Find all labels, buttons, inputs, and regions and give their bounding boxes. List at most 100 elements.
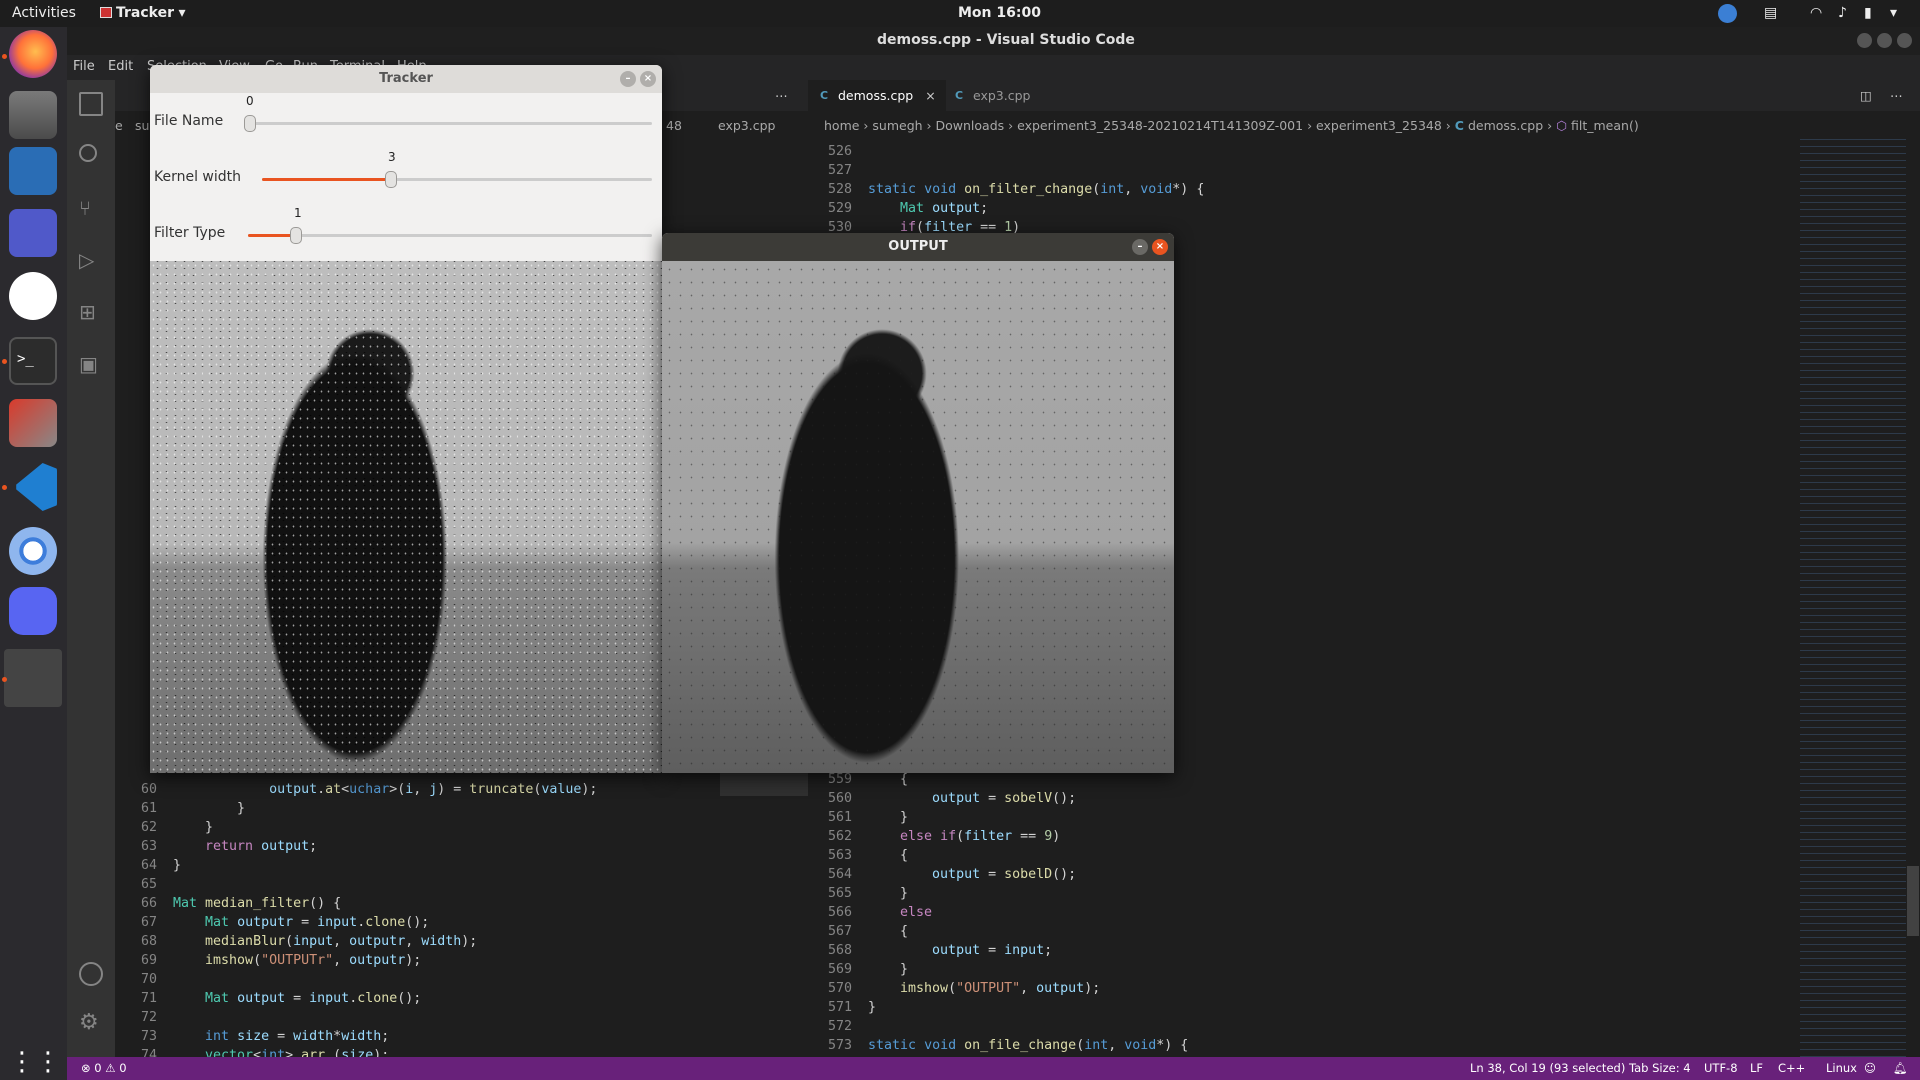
output-minimize-icon[interactable]: – (1132, 239, 1148, 255)
code-line[interactable]: 61 } (115, 799, 720, 818)
code-line[interactable]: 571} (810, 998, 1800, 1017)
code-line[interactable]: 564 output = sobelD(); (810, 865, 1800, 884)
noisy-input-image[interactable] (150, 261, 662, 773)
scrollbar-thumb[interactable] (1907, 866, 1919, 936)
output-close-icon[interactable]: × (1152, 239, 1168, 255)
discord-icon[interactable] (9, 587, 57, 635)
encoding[interactable]: UTF-8 (1704, 1061, 1738, 1075)
language-mode[interactable]: C++ (1778, 1061, 1805, 1075)
end-of-line[interactable]: LF (1750, 1061, 1763, 1075)
right-scrollbar[interactable] (1906, 136, 1920, 1057)
output-title-bar[interactable]: OUTPUT – × (662, 233, 1174, 261)
code-line[interactable]: 64} (115, 856, 720, 875)
breadcrumb-item[interactable]: exp3.cpp (718, 118, 775, 133)
notification-badge-icon[interactable] (1718, 4, 1737, 23)
left-code-editor[interactable]: 60 output.at<uchar>(i, j) = truncate(val… (115, 780, 720, 1057)
code-line[interactable]: 60 output.at<uchar>(i, j) = truncate(val… (115, 780, 720, 799)
breadcrumb-item[interactable]: sumegh (872, 118, 922, 133)
code-line[interactable]: 68 medianBlur(input, outputr, width); (115, 932, 720, 951)
breadcrumb-item[interactable]: experiment3_25348-20210214T141309Z-001 (1017, 118, 1303, 133)
code-line[interactable]: 66 Mat median_filter() { (115, 894, 720, 913)
code-line[interactable]: 65 (115, 875, 720, 894)
show-applications-icon[interactable]: ⋮⋮ (9, 1047, 61, 1080)
slack-icon[interactable] (9, 272, 57, 320)
code-line[interactable]: 569 } (810, 960, 1800, 979)
code-line[interactable]: 69 imshow("OUTPUTr", outputr); (115, 951, 720, 970)
breadcrumb-item[interactable]: Downloads (936, 118, 1005, 133)
chromium-icon[interactable] (9, 527, 57, 575)
tracker-title-bar[interactable]: Tracker – × (150, 65, 662, 93)
menu-indicator-icon[interactable]: ▤ (1764, 5, 1777, 21)
app-menu[interactable]: Tracker ▾ (100, 5, 185, 21)
volume-icon[interactable]: ♪ (1838, 5, 1847, 21)
source-control-icon[interactable]: ⑂ (79, 196, 103, 220)
teams-icon[interactable] (9, 209, 57, 257)
code-line[interactable]: 568 output = input; (810, 941, 1800, 960)
writer-icon[interactable] (9, 147, 57, 195)
run-debug-icon[interactable]: ▷ (79, 248, 103, 272)
right-minimap[interactable] (1800, 136, 1906, 1057)
code-line[interactable]: 527 (810, 161, 1310, 180)
menu-edit[interactable]: Edit (108, 59, 133, 74)
right-code-editor-top[interactable]: 526 527 528 static void on_filter_change(in… (810, 142, 1310, 237)
code-line[interactable]: 70 (115, 970, 720, 989)
breadcrumb-item[interactable]: 48 (666, 118, 682, 133)
tab-size[interactable]: Tab Size: 4 (1629, 1061, 1691, 1075)
system-menu-chevron-icon[interactable]: ▾ (1890, 5, 1897, 21)
tracker-app-icon[interactable] (4, 649, 62, 707)
wifi-icon[interactable]: ◠ (1810, 5, 1822, 21)
settings-tools-icon[interactable] (9, 399, 57, 447)
code-line[interactable]: 560 output = sobelV(); (810, 789, 1800, 808)
battery-icon[interactable]: ▮ (1864, 5, 1872, 21)
tab-close-icon[interactable]: × (925, 88, 935, 103)
tab-exp3-cpp[interactable]: Cexp3.cpp (945, 80, 1040, 111)
search-icon[interactable] (79, 144, 97, 162)
code-line[interactable]: 62 } (115, 818, 720, 837)
breadcrumb-item[interactable]: home (824, 118, 859, 133)
code-line[interactable]: 562 else if(filter == 9) (810, 827, 1800, 846)
remote-explorer-icon[interactable]: ▣ (79, 352, 103, 376)
maximize-icon[interactable] (1877, 33, 1892, 48)
right-code-editor-bottom[interactable]: 559 {560 output = sobelV(); 561 } 562 else… (810, 770, 1800, 1057)
code-line[interactable]: 529 Mat output; (810, 199, 1310, 218)
minimize-icon[interactable] (1857, 33, 1872, 48)
tracker-close-icon[interactable]: × (640, 71, 656, 87)
code-line[interactable]: 572 (810, 1017, 1800, 1036)
code-line[interactable]: 73 int size = width*width; (115, 1027, 720, 1046)
code-line[interactable]: 573 static void on_file_change(int, void*… (810, 1036, 1800, 1055)
explorer-icon[interactable] (79, 92, 103, 116)
breadcrumb-item[interactable]: filt_mean() (1571, 118, 1639, 133)
close-icon[interactable] (1897, 33, 1912, 48)
code-line[interactable]: 567 { (810, 922, 1800, 941)
breadcrumb-item[interactable]: experiment3_25348 (1316, 118, 1442, 133)
split-editor-icon[interactable]: ◫ (1850, 80, 1882, 111)
cursor-position[interactable]: Ln 38, Col 19 (93 selected) (1470, 1061, 1625, 1075)
code-line[interactable]: 72 (115, 1008, 720, 1027)
account-icon[interactable] (79, 962, 103, 986)
slider-knob[interactable] (290, 227, 303, 244)
breadcrumb-item[interactable]: e (115, 118, 123, 133)
code-line[interactable]: 63 return output; (115, 837, 720, 856)
file-manager-icon[interactable] (9, 91, 57, 139)
right-tab-more-icon[interactable]: ⋯ (1880, 80, 1913, 111)
code-line[interactable]: 71 Mat output = input.clone(); (115, 989, 720, 1008)
os-indicator[interactable]: Linux (1826, 1061, 1857, 1075)
tracker-minimize-icon[interactable]: – (620, 71, 636, 87)
slider-track[interactable] (248, 227, 652, 244)
slider-track[interactable] (262, 171, 652, 188)
slider-knob[interactable] (384, 171, 397, 188)
code-line[interactable]: 566 else (810, 903, 1800, 922)
vscode-icon[interactable] (16, 463, 57, 511)
code-line[interactable]: 570 imshow("OUTPUT", output); (810, 979, 1800, 998)
problems-indicator[interactable]: ⊗ 0 ⚠ 0 (81, 1061, 127, 1075)
extensions-icon[interactable]: ⊞ (79, 300, 103, 324)
activities-button[interactable]: Activities (12, 5, 76, 21)
slider-track[interactable] (244, 115, 652, 132)
breadcrumb-item[interactable]: su (135, 118, 149, 133)
breadcrumb-item[interactable]: demoss.cpp (1468, 118, 1543, 133)
menu-file[interactable]: File (73, 59, 95, 74)
manage-gear-icon[interactable]: ⚙ (79, 1010, 103, 1035)
clock[interactable]: Mon 16:00 (958, 5, 1041, 21)
code-line[interactable]: 526 (810, 142, 1310, 161)
notifications-bell-icon[interactable]: 🔔︎ (1893, 1061, 1908, 1075)
